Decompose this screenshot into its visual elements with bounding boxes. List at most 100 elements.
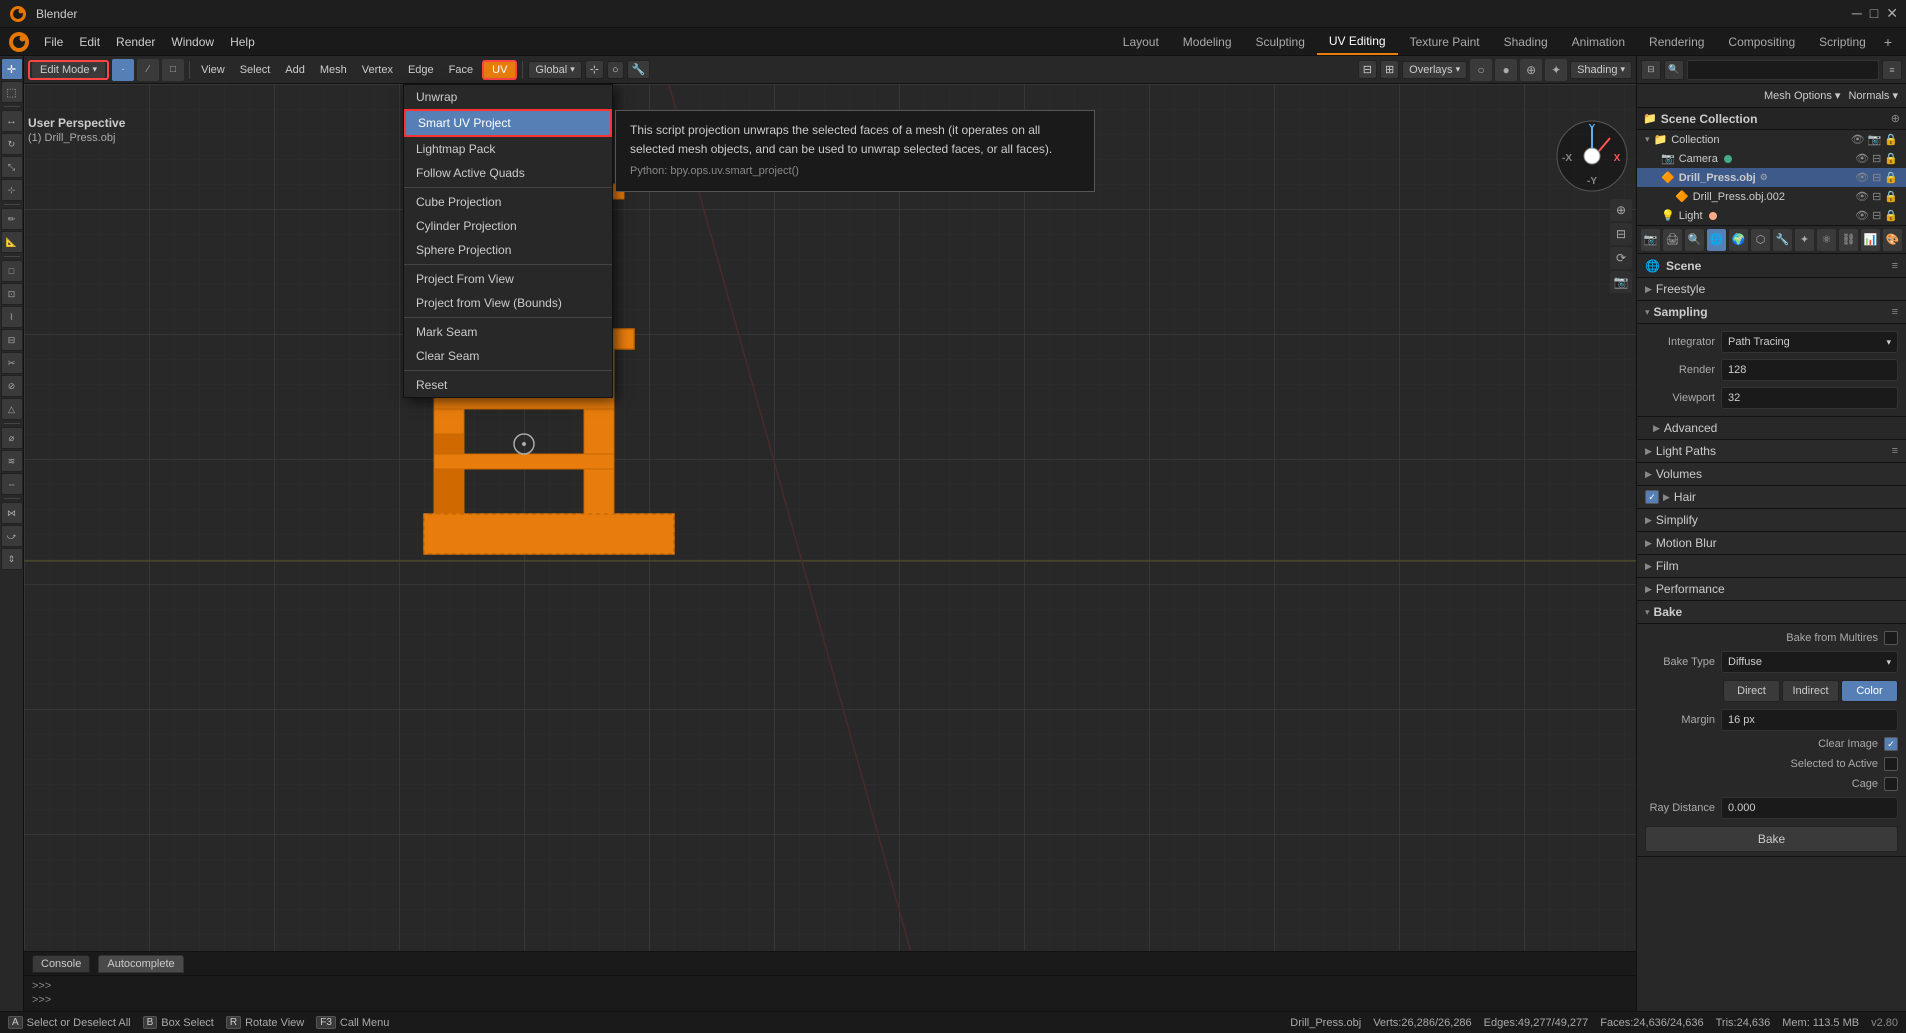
normals-label[interactable]: Normals ▾ [1848,89,1898,102]
tool-bevel[interactable]: ⌇ [1,306,23,328]
d002-filter-icon[interactable]: ⊟ [1872,190,1881,203]
menu-file[interactable]: File [36,33,71,51]
menu-item-reset[interactable]: Reset [404,373,612,397]
filter-options-btn[interactable]: ≡ [1882,60,1902,80]
menu-item-mark-seam[interactable]: Mark Seam [404,320,612,344]
transform-icons[interactable]: ⊹ [585,60,604,79]
tree-collection[interactable]: ▾ 📁 Collection 👁 📷 🔒 [1637,130,1906,149]
snap-btn[interactable]: 🔧 [627,60,651,79]
search-input[interactable] [1687,60,1879,80]
tool-annotate[interactable]: ✏ [1,208,23,230]
tool-transform[interactable]: ⊹ [1,179,23,201]
mesh-menu[interactable]: Mesh [314,62,353,78]
material-btn[interactable]: ⊕ [1520,59,1542,81]
tab-uv-editing[interactable]: UV Editing [1317,28,1398,55]
prop-icon-data[interactable]: 📊 [1861,229,1880,251]
collection-lock-icon[interactable]: 🔒 [1884,133,1898,146]
menu-item-lightmap[interactable]: Lightmap Pack [404,137,612,161]
section-film[interactable]: ▶ Film [1637,555,1906,578]
prop-icon-output[interactable]: 🖨 [1663,229,1682,251]
light-filter-icon[interactable]: ⊟ [1872,209,1881,222]
menu-item-unwrap[interactable]: Unwrap [404,85,612,109]
tab-rendering[interactable]: Rendering [1637,28,1716,55]
menu-item-smart-uv[interactable]: Smart UV Project [404,109,612,137]
clear-image-checkbox[interactable]: ✓ [1884,737,1898,751]
tree-light[interactable]: 💡 Light 👁 ⊟ 🔒 [1637,206,1906,225]
wireframe-btn[interactable]: ○ [1470,59,1492,81]
section-volumes[interactable]: ▶ Volumes [1637,463,1906,486]
ray-distance-value[interactable]: 0.000 [1721,797,1898,819]
menu-item-sphere[interactable]: Sphere Projection [404,238,612,262]
face-menu[interactable]: Face [443,62,479,78]
prop-icon-view[interactable]: 🔍 [1685,229,1704,251]
mesh-options-label[interactable]: Mesh Options ▾ [1764,89,1840,102]
vertex-menu[interactable]: Vertex [356,62,399,78]
window-controls[interactable]: ─ □ ✕ [1852,5,1898,22]
collection-actions[interactable]: ⊕ [1891,112,1900,125]
camera-lock-icon[interactable]: 🔒 [1884,152,1898,165]
bake-button[interactable]: Bake [1645,826,1898,852]
shading-btn[interactable]: Shading▾ [1570,61,1632,79]
menu-item-follow-active[interactable]: Follow Active Quads [404,161,612,185]
menu-render[interactable]: Render [108,33,163,51]
d002-eye-icon[interactable]: 👁 [1855,190,1869,203]
edge-menu[interactable]: Edge [402,62,440,78]
prop-icon-constraints[interactable]: ⛓ [1839,229,1858,251]
menu-item-proj-view[interactable]: Project From View [404,267,612,291]
tab-sculpting[interactable]: Sculpting [1244,28,1317,55]
prop-icon-scene[interactable]: 🌐 [1707,229,1726,251]
overlays-btn[interactable]: Overlays▾ [1402,61,1467,79]
tool-push-pull[interactable]: ⇕ [1,548,23,570]
hair-checkbox[interactable]: ✓ [1645,490,1659,504]
prop-icon-modifiers[interactable]: 🔧 [1773,229,1792,251]
menu-item-proj-view-bounds[interactable]: Project from View (Bounds) [404,291,612,315]
prop-icon-material[interactable]: 🎨 [1883,229,1902,251]
proportional-edit-btn[interactable]: ○ [607,61,624,79]
bake-indirect-btn[interactable]: Indirect [1782,680,1839,702]
console-tab[interactable]: Console [32,955,90,973]
prop-icon-object[interactable]: ⬡ [1751,229,1770,251]
viewport-options-btn[interactable]: ⊟ [1358,60,1377,79]
scene-extra-icon[interactable]: ≡ [1892,260,1898,272]
section-bake-header[interactable]: ▾ Bake [1637,601,1906,624]
view-menu[interactable]: View [195,62,231,78]
section-simplify[interactable]: ▶ Simplify [1637,509,1906,532]
d002-lock-icon[interactable]: 🔒 [1884,190,1898,203]
autocomplete-tab[interactable]: Autocomplete [98,955,183,973]
tool-scale[interactable]: ⤡ [1,156,23,178]
rendered-btn[interactable]: ✦ [1545,59,1567,81]
tool-measure[interactable]: 📐 [1,231,23,253]
section-sampling-header[interactable]: ▾ Sampling ≡ [1637,301,1906,324]
section-performance[interactable]: ▶ Performance [1637,578,1906,601]
prop-icon-world[interactable]: 🌍 [1729,229,1748,251]
camera-filter-icon[interactable]: ⊟ [1872,152,1881,165]
viewport-gizmos-btn[interactable]: ⊞ [1380,60,1399,79]
tool-rotate[interactable]: ↻ [1,133,23,155]
tool-grab[interactable]: ↔ [1,110,23,132]
tool-crease[interactable]: ⋈ [1,502,23,524]
tree-camera[interactable]: 📷 Camera 👁 ⊟ 🔒 [1637,149,1906,168]
nav-gizmo[interactable]: Y X -Y -X [1552,116,1632,196]
integrator-select[interactable]: Path Tracing ▾ [1721,331,1898,353]
tool-inset[interactable]: ⊡ [1,283,23,305]
tool-cursor[interactable]: ✛ [1,58,23,80]
viewport-value[interactable]: 32 [1721,387,1898,409]
menu-item-cube[interactable]: Cube Projection [404,190,612,214]
collection-cam-icon[interactable]: 📷 [1868,133,1882,146]
tree-drill-press-002[interactable]: 🔶 Drill_Press.obj.002 👁 ⊟ 🔒 [1637,187,1906,206]
tab-layout[interactable]: Layout [1111,28,1171,55]
solid-btn[interactable]: ● [1495,59,1517,81]
tool-edge-slide[interactable]: ⇔ [1,473,23,495]
bake-from-multires-checkbox[interactable] [1884,631,1898,645]
tool-rip[interactable]: ⤻ [1,525,23,547]
menu-item-cylinder[interactable]: Cylinder Projection [404,214,612,238]
tab-add[interactable]: + [1878,30,1898,54]
tool-knife[interactable]: ✂ [1,352,23,374]
select-menu[interactable]: Select [234,62,277,78]
tool-bisect[interactable]: ⊘ [1,375,23,397]
cage-checkbox[interactable] [1884,777,1898,791]
menu-window[interactable]: Window [163,33,222,51]
scene-view-btn[interactable]: ⊟ [1641,60,1661,80]
collection-eye-icon[interactable]: 👁 [1851,133,1865,146]
viewport-3d[interactable]: User Perspective (1) Drill_Press.obj Y X… [24,84,1636,951]
